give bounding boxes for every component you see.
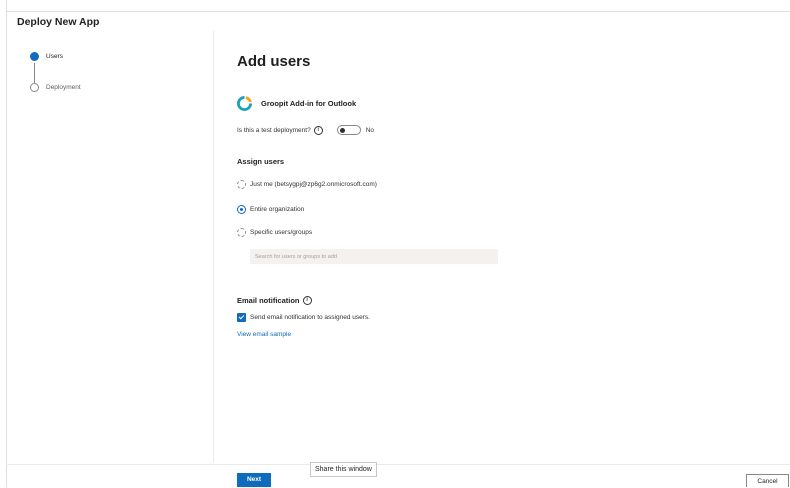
- panel-divider: [213, 31, 214, 463]
- toggle-knob: [339, 127, 345, 133]
- window-left-edge: [0, 0, 7, 487]
- radio-label: Just me (betsygpj@zp6g2.onmicrosoft.com): [250, 181, 377, 188]
- radio-just-me[interactable]: Just me (betsygpj@zp6g2.onmicrosoft.com): [237, 180, 377, 189]
- radio-button-selected[interactable]: [237, 205, 246, 214]
- groopit-logo-icon: [237, 96, 252, 111]
- checkbox-label: Send email notification to assigned user…: [250, 314, 370, 321]
- step-deployment[interactable]: Deployment: [30, 83, 81, 92]
- cancel-button[interactable]: Cancel: [746, 474, 789, 487]
- toggle-value: No: [365, 126, 375, 134]
- app-info: Groopit Add-in for Outlook: [237, 96, 356, 111]
- assign-users-title: Assign users: [237, 157, 285, 166]
- step-active-dot-icon: [30, 52, 39, 61]
- app-name: Groopit Add-in for Outlook: [261, 99, 357, 108]
- radio-entire-organization[interactable]: Entire organization: [237, 205, 304, 214]
- test-deployment-label: Is this a test deployment?: [237, 126, 311, 134]
- next-button[interactable]: Next: [237, 473, 271, 487]
- search-users-input[interactable]: [250, 249, 498, 264]
- email-notification-title: Email notification i: [237, 296, 312, 305]
- step-label: Deployment: [46, 84, 81, 91]
- step-users[interactable]: Users: [30, 52, 63, 61]
- radio-specific-users[interactable]: Specific users/groups: [237, 228, 312, 237]
- test-deployment-toggle[interactable]: [336, 125, 361, 135]
- step-inactive-dot-icon: [30, 83, 39, 92]
- header-divider: [6, 11, 790, 12]
- info-icon[interactable]: i: [313, 125, 323, 135]
- send-email-checkbox-row[interactable]: Send email notification to assigned user…: [237, 313, 370, 322]
- radio-button[interactable]: [237, 180, 246, 189]
- step-label: Users: [46, 53, 63, 60]
- info-icon[interactable]: i: [302, 296, 312, 305]
- footer-divider: [6, 464, 790, 465]
- panel-title: Deploy New App: [17, 16, 100, 28]
- test-deployment-row: Is this a test deployment? i No: [237, 125, 374, 135]
- radio-label: Entire organization: [250, 206, 305, 213]
- email-notification-label: Email notification: [237, 296, 300, 305]
- share-window-label[interactable]: Share this window: [310, 462, 377, 477]
- view-email-sample-link[interactable]: View email sample: [237, 331, 291, 338]
- radio-button[interactable]: [237, 228, 246, 237]
- checkbox-checked-icon[interactable]: [237, 313, 246, 322]
- radio-label: Specific users/groups: [250, 229, 313, 236]
- step-connector: [34, 63, 35, 83]
- page-title: Add users: [237, 53, 311, 70]
